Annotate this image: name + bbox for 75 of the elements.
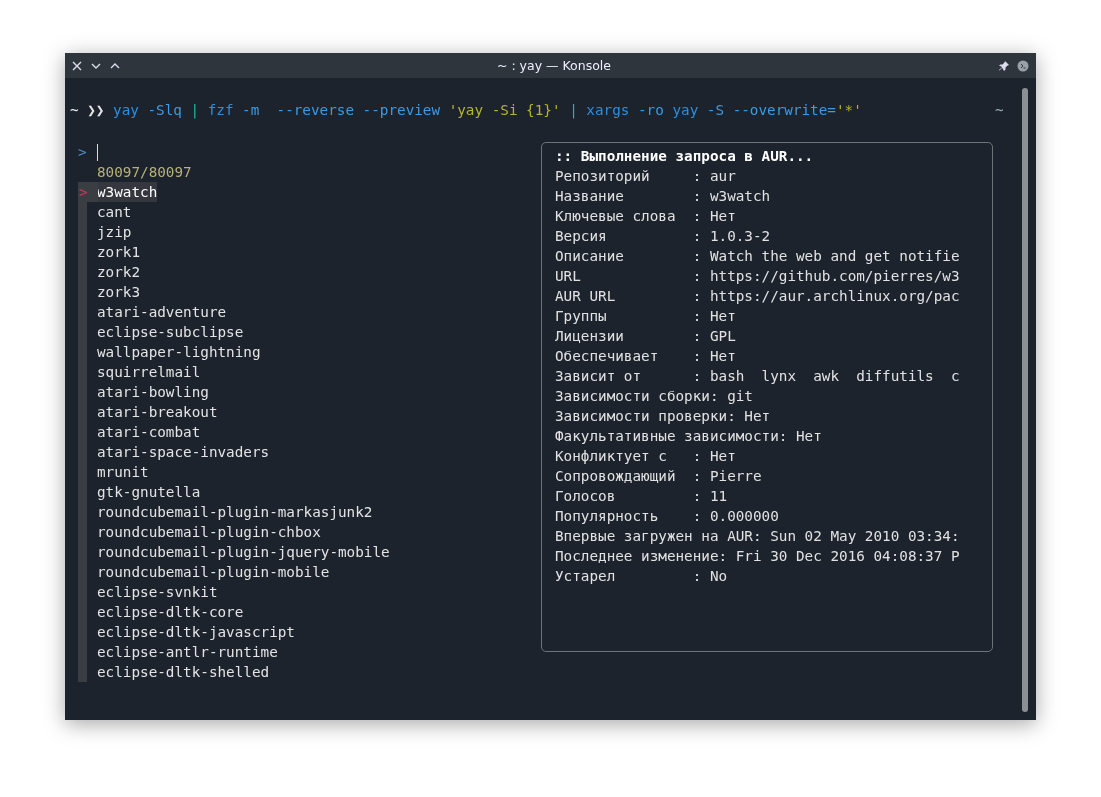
package-item[interactable]: atari-combat xyxy=(97,422,201,442)
match-count: 80097/80097 xyxy=(97,164,192,180)
window-title: ~ : yay — Konsole xyxy=(496,58,612,73)
package-item[interactable]: zork1 xyxy=(97,242,141,262)
preview-line: Впервые загружен на AUR: Sun 02 May 2010 03:34: xyxy=(555,527,961,546)
package-item[interactable]: w3watch xyxy=(97,182,158,202)
preview-line: URL : https://github.com/pierres/w3 xyxy=(555,267,961,286)
command-token: | xyxy=(190,101,200,120)
package-item[interactable]: wallpaper-lightning xyxy=(97,342,261,362)
preview-line: Обеспечивает : Нет xyxy=(555,347,737,366)
command-token: -Slq xyxy=(147,101,182,120)
preview-line: Сопровождающий : Pierre xyxy=(555,467,763,486)
package-item[interactable]: roundcubemail-plugin-mobile xyxy=(97,562,330,582)
package-item[interactable]: roundcubemail-plugin-jquery-mobile xyxy=(97,542,390,562)
preview-line: Факультативные зависимости: Нет xyxy=(555,427,823,446)
selection-pointer: > xyxy=(78,182,98,202)
preview-line: Группы : Нет xyxy=(555,307,737,326)
preview-line: Ключевые слова : Нет xyxy=(555,207,737,226)
preview-line: Голосов : 11 xyxy=(555,487,729,506)
package-item[interactable]: cant xyxy=(97,202,132,222)
pin-icon[interactable] xyxy=(999,60,1009,71)
package-item[interactable]: eclipse-antlr-runtime xyxy=(97,642,278,662)
preview-line: Устарел : No xyxy=(555,567,729,586)
package-item[interactable]: roundcubemail-plugin-chbox xyxy=(97,522,321,542)
package-item[interactable]: zork2 xyxy=(97,262,141,282)
preview-line: Название : w3watch xyxy=(555,187,772,206)
package-item[interactable]: atari-breakout xyxy=(97,402,218,422)
package-item[interactable]: squirrelmail xyxy=(97,362,201,382)
preview-line: Последнее изменение: Fri 30 Dec 2016 04:08:37 P xyxy=(555,547,961,566)
preview-line: Репозиторий : aur xyxy=(555,167,737,186)
preview-line: Зависит от : bash lynx awk diffutils c xyxy=(555,367,961,386)
scrollbar[interactable] xyxy=(1022,88,1028,712)
command-token: | xyxy=(569,101,578,120)
command-token: fzf xyxy=(207,101,234,120)
chevron-down-icon[interactable] xyxy=(91,62,101,69)
package-item[interactable]: atari-bowling xyxy=(97,382,209,402)
command-token: xargs xyxy=(586,101,630,120)
package-item[interactable]: roundcubemail-plugin-markasjunk2 xyxy=(97,502,373,522)
command-token: yay xyxy=(672,101,699,120)
command-token: --reverse xyxy=(276,101,354,120)
preview-line: Зависимости сборки: git xyxy=(555,387,754,406)
preview-line: Популярность : 0.000000 xyxy=(555,507,780,526)
preview-line: Версия : 1.0.3-2 xyxy=(555,227,772,246)
preview-line: Описание : Watch the web and get notifie xyxy=(555,247,961,266)
preview-heading: :: Выполнение запроса в AUR... xyxy=(555,147,815,166)
preview-line: Конфликтует с : Нет xyxy=(555,447,737,466)
app-icon[interactable] xyxy=(1017,59,1029,72)
command-token: -ro xyxy=(638,101,664,120)
command-token: --preview xyxy=(362,101,441,120)
shell-prompt: ~ ❯❯ xyxy=(70,101,105,120)
command-token: -S xyxy=(706,101,725,120)
preview-line: Лицензии : GPL xyxy=(555,327,737,346)
package-item[interactable]: eclipse-dltk-javascript xyxy=(97,622,295,642)
command-token: -m xyxy=(242,101,261,120)
package-item[interactable]: atari-adventure xyxy=(97,302,227,322)
command-token: 'yay -Si {1}' xyxy=(448,101,561,120)
query-prompt: > xyxy=(78,143,88,162)
preview-line: Зависимости проверки: Нет xyxy=(555,407,772,426)
close-icon[interactable] xyxy=(72,60,82,71)
package-item[interactable]: zork3 xyxy=(97,282,141,302)
package-item[interactable]: eclipse-svnkit xyxy=(97,582,218,602)
command-token: '*' xyxy=(835,101,862,120)
command-token: --overwrite= xyxy=(732,101,836,120)
text-cursor xyxy=(97,143,98,161)
package-item[interactable]: mrunit xyxy=(97,462,149,482)
package-item[interactable]: gtk-gnutella xyxy=(97,482,201,502)
package-item[interactable]: atari-space-invaders xyxy=(97,442,270,462)
package-item[interactable]: jzip xyxy=(97,222,132,242)
right-prompt: ~ xyxy=(995,101,1004,120)
chevron-up-icon[interactable] xyxy=(110,62,120,69)
command-token: yay xyxy=(113,101,139,120)
package-item[interactable]: eclipse-subclipse xyxy=(97,322,244,342)
preview-line: AUR URL : https://aur.archlinux.org/pac xyxy=(555,287,961,306)
package-item[interactable]: eclipse-dltk-shelled xyxy=(97,662,270,682)
package-item[interactable]: eclipse-dltk-core xyxy=(97,602,244,622)
